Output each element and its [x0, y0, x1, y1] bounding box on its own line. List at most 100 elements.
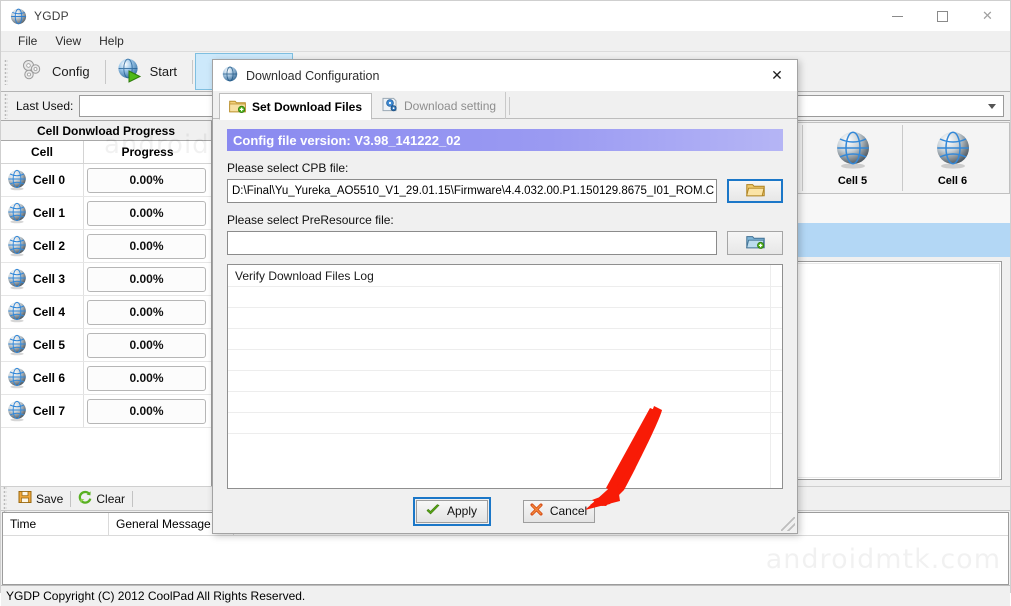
verify-log-row[interactable]: [228, 391, 782, 412]
cell-name-cell: Cell 7: [1, 395, 84, 427]
minimize-button[interactable]: [875, 1, 920, 31]
maximize-icon: [937, 10, 948, 22]
cell-name-cell: Cell 4: [1, 296, 84, 328]
toolbar-separator-2: [192, 59, 194, 84]
cell-label: Cell 3: [33, 272, 66, 286]
verify-log-column-separator: [770, 265, 771, 488]
globe-icon: [833, 130, 873, 173]
window-title: YGDP: [34, 9, 69, 23]
progress-value: 0.00%: [87, 398, 206, 424]
cell-progress-row[interactable]: Cell 0 0.00%: [1, 164, 211, 197]
cell-progress-row[interactable]: Cell 4 0.00%: [1, 296, 211, 329]
cell-progress-row[interactable]: Cell 6 0.00%: [1, 362, 211, 395]
tab-set-download-files-label: Set Download Files: [252, 99, 363, 114]
column-header-progress: Progress: [121, 145, 174, 159]
folder-add-icon: [229, 98, 246, 116]
tab-set-download-files[interactable]: Set Download Files: [219, 93, 373, 120]
apply-button[interactable]: Apply: [412, 496, 491, 526]
cell-progress-rows: Cell 0 0.00% Cell 1 0.00% Cell 2 0.00% C…: [1, 164, 211, 428]
apply-button-label: Apply: [446, 504, 478, 518]
cell-name-cell: Cell 2: [1, 230, 84, 262]
floppy-save-icon: [18, 490, 32, 507]
log-toolbar-grip[interactable]: [3, 485, 7, 512]
chevron-down-icon: [988, 103, 996, 109]
cell-progress-header: Cell Progress: [1, 141, 211, 164]
config-file-version-bar: Config file version: V3.98_141222_02: [227, 129, 783, 151]
maximize-button[interactable]: [920, 1, 965, 31]
cancel-button[interactable]: Cancel: [522, 499, 595, 523]
cell-label: Cell 4: [33, 305, 66, 319]
log-separator-2: [132, 490, 134, 507]
globe-icon: [6, 235, 28, 257]
preresource-file-input[interactable]: [227, 231, 717, 255]
progress-value: 0.00%: [87, 365, 206, 391]
dialog-tabstrip: Set Download Files Download setting: [213, 91, 797, 120]
cell-tile-5[interactable]: Cell 5: [802, 125, 902, 191]
verify-log-row[interactable]: [228, 286, 782, 307]
window-controls: ✕: [875, 1, 1010, 31]
cell-progress-cell: 0.00%: [84, 197, 211, 229]
tab-download-setting[interactable]: Download setting: [372, 92, 507, 119]
menu-item-view[interactable]: View: [46, 32, 90, 51]
verify-log-row[interactable]: [228, 433, 782, 454]
log-column-time[interactable]: Time: [3, 513, 109, 535]
statusbar: YGDP Copyright (C) 2012 CoolPad All Righ…: [1, 585, 1010, 606]
cpb-file-label: Please select CPB file:: [227, 161, 349, 175]
cell-progress-cell: 0.00%: [84, 362, 211, 394]
preresource-file-label: Please select PreResource file:: [227, 213, 394, 227]
cell-label: Cell 1: [33, 206, 66, 220]
cell-tile-6[interactable]: Cell 6: [902, 125, 1002, 191]
globe-icon: [6, 301, 28, 323]
preresource-file-row: [227, 231, 783, 255]
log-clear-button[interactable]: Clear: [71, 488, 132, 510]
dialog-resize-grip[interactable]: [781, 517, 795, 531]
progress-value: 0.00%: [87, 266, 206, 292]
preresource-browse-button[interactable]: [727, 231, 783, 255]
verify-log-row[interactable]: [228, 370, 782, 391]
statusbar-text: YGDP Copyright (C) 2012 CoolPad All Righ…: [6, 589, 306, 603]
verify-log-row[interactable]: [228, 412, 782, 433]
progress-value: 0.00%: [87, 200, 206, 226]
start-button[interactable]: Start: [108, 53, 190, 90]
lastused-grip[interactable]: [4, 93, 8, 119]
cell-label: Cell 7: [33, 404, 66, 418]
cpb-browse-button[interactable]: [727, 179, 783, 203]
progress-value: 0.00%: [87, 299, 206, 325]
cell-progress-row[interactable]: Cell 1 0.00%: [1, 197, 211, 230]
globe-icon: [6, 334, 28, 356]
cell-progress-row[interactable]: Cell 7 0.00%: [1, 395, 211, 428]
refresh-icon: [78, 490, 92, 507]
log-table-body: [3, 536, 1008, 584]
menu-item-help[interactable]: Help: [90, 32, 133, 51]
download-configuration-dialog: Download Configuration ✕ Set Download Fi…: [212, 59, 798, 534]
cell-name-cell: Cell 5: [1, 329, 84, 361]
cell-progress-row[interactable]: Cell 5 0.00%: [1, 329, 211, 362]
cell-label: Cell 2: [33, 239, 66, 253]
cell-label: Cell 5: [33, 338, 66, 352]
log-save-label: Save: [36, 491, 64, 506]
green-check-icon: [426, 503, 440, 519]
close-icon: ✕: [771, 67, 783, 84]
dialog-page-set-download-files: Config file version: V3.98_141222_02 Ple…: [213, 119, 797, 489]
cpb-file-input[interactable]: D:\Final\Yu_Yureka_AO5510_V1_29.01.15\Fi…: [227, 179, 718, 203]
verify-download-files-log[interactable]: Verify Download Files Log: [227, 264, 783, 489]
close-button[interactable]: ✕: [965, 1, 1010, 31]
cell-progress-cell: 0.00%: [84, 230, 211, 262]
verify-log-row[interactable]: [228, 307, 782, 328]
cell-progress-row[interactable]: Cell 3 0.00%: [1, 263, 211, 296]
log-save-button[interactable]: Save: [11, 488, 70, 510]
verify-log-row[interactable]: [228, 349, 782, 370]
menubar: File View Help: [1, 31, 1010, 51]
config-button[interactable]: Config: [12, 53, 103, 90]
verify-log-row[interactable]: [228, 328, 782, 349]
menu-item-file[interactable]: File: [9, 32, 46, 51]
dialog-close-button[interactable]: ✕: [757, 60, 797, 91]
folder-open-icon: [745, 182, 765, 200]
progress-value: 0.00%: [87, 233, 206, 259]
disk-gear-icon: [381, 97, 398, 115]
cell-progress-row[interactable]: Cell 2 0.00%: [1, 230, 211, 263]
toolbar-grip[interactable]: [4, 58, 8, 85]
cell-progress-panel: Cell Donwload Progress Cell Progress Cel…: [1, 121, 212, 486]
cell-progress-cell: 0.00%: [84, 395, 211, 427]
start-button-label: Start: [149, 64, 178, 79]
